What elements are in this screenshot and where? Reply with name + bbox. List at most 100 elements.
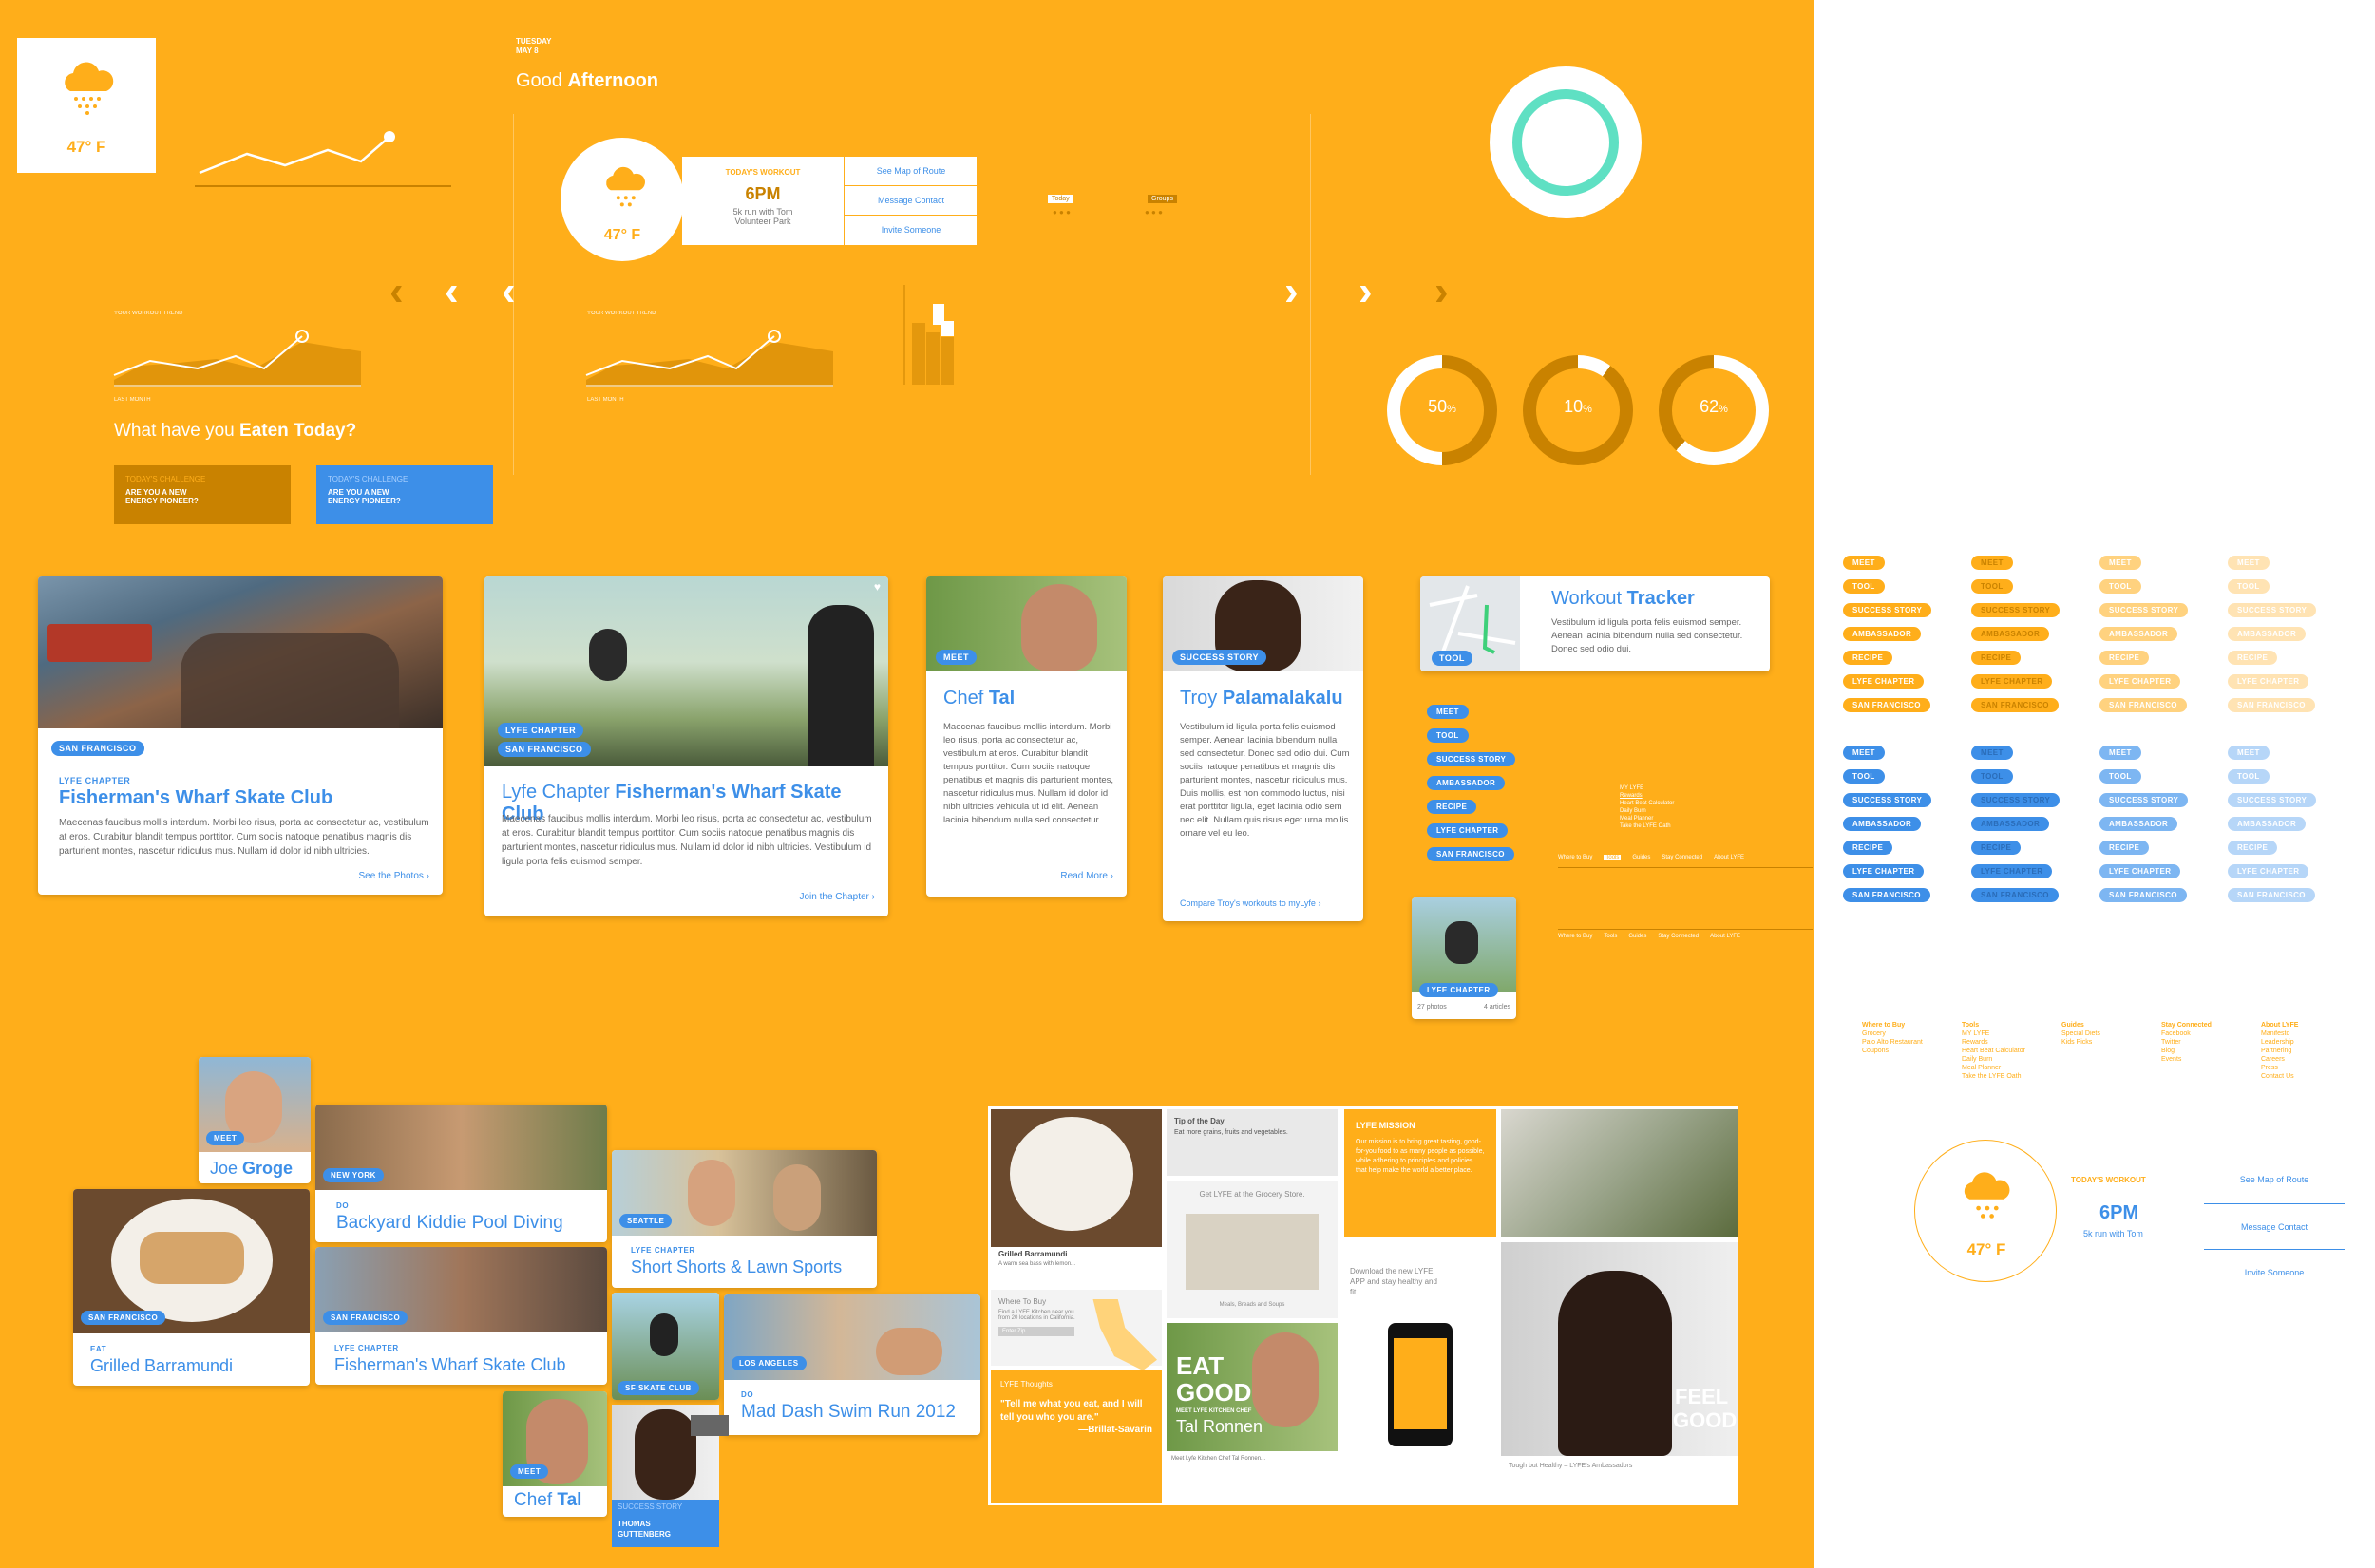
footer-column-head[interactable]: Guides xyxy=(2062,1021,2100,1030)
nav-link[interactable]: Tools xyxy=(1604,934,1617,939)
footer-link[interactable]: Facebook xyxy=(2161,1030,2212,1038)
category-pill[interactable]: RECIPE xyxy=(1971,651,2022,665)
category-pill[interactable]: TOOL xyxy=(1843,769,1885,784)
invite-someone-link[interactable]: Invite Someone xyxy=(845,216,978,245)
category-pill[interactable]: TOOL xyxy=(1971,769,2013,784)
weather-tile[interactable]: 47° F xyxy=(17,38,156,173)
category-pill[interactable]: SAN FRANCISCO xyxy=(2228,698,2315,712)
category-pill[interactable]: RECIPE xyxy=(1843,841,1893,855)
category-pill[interactable]: AMBASSADOR xyxy=(1971,817,2050,831)
swim-tile[interactable]: LOS ANGELES DO Mad Dash Swim Run 2012 xyxy=(724,1294,980,1435)
barramundi-tile[interactable]: SAN FRANCISCO EAT Grilled Barramundi xyxy=(73,1189,310,1386)
footer-link[interactable]: MY LYFE xyxy=(1962,1030,2025,1038)
message-contact-link[interactable]: Message Contact xyxy=(2204,1204,2345,1250)
workout-sun-circle[interactable]: 47° F xyxy=(560,138,684,261)
category-pill[interactable]: SUCCESS STORY xyxy=(2228,603,2317,617)
category-pill[interactable]: MEET xyxy=(2100,746,2141,760)
category-pill[interactable]: SAN FRANCISCO xyxy=(1843,888,1930,902)
footer-link[interactable]: Meal Planner xyxy=(1962,1064,2025,1072)
nav-link[interactable]: Tools xyxy=(1604,855,1622,860)
challenge-card-dark[interactable]: TODAY'S CHALLENGE ARE YOU A NEW ENERGY P… xyxy=(114,465,291,524)
location-tag[interactable]: SAN FRANCISCO xyxy=(323,1311,408,1325)
footer-link[interactable]: Take the LYFE Oath xyxy=(1962,1072,2025,1081)
footer-column-head[interactable]: Where to Buy xyxy=(1862,1021,1923,1030)
footer-link[interactable]: Manifesto xyxy=(2261,1030,2298,1038)
category-pill[interactable]: SUCCESS STORY xyxy=(1971,603,2061,617)
chef-tile[interactable]: MEET Chef Tal xyxy=(503,1391,607,1517)
chevron-right-icon[interactable]: › xyxy=(1284,271,1299,312)
club-tag[interactable]: SF SKATE CLUB xyxy=(618,1381,699,1395)
nav-link[interactable]: About LYFE xyxy=(1710,934,1740,939)
nav-link[interactable]: Where to Buy xyxy=(1558,934,1592,939)
category-pill[interactable]: RECIPE xyxy=(2228,651,2278,665)
footer-link[interactable]: Daily Burn xyxy=(1962,1055,2025,1064)
footer-link[interactable]: Twitter xyxy=(2161,1038,2212,1047)
chapter-card-large[interactable]: ♥ LYFE CHAPTER SAN FRANCISCO Lyfe Chapte… xyxy=(484,576,888,916)
category-pill[interactable]: AMBASSADOR xyxy=(1843,627,1922,641)
joe-tile[interactable]: MEET Joe Groge xyxy=(199,1057,311,1183)
join-chapter-link[interactable]: Join the Chapter › xyxy=(800,892,876,902)
category-pill[interactable]: SAN FRANCISCO xyxy=(1427,847,1514,861)
nav-link[interactable]: Stay Connected xyxy=(1662,855,1702,860)
category-pill[interactable]: RECIPE xyxy=(2228,841,2278,855)
invite-someone-link[interactable]: Invite Someone xyxy=(2204,1250,2345,1295)
footer-column-head[interactable]: About LYFE xyxy=(2261,1021,2298,1030)
category-pill[interactable]: LYFE CHAPTER xyxy=(2100,674,2181,689)
chevron-left-icon[interactable]: ‹ xyxy=(445,271,459,312)
category-pill[interactable]: SAN FRANCISCO xyxy=(1971,698,2059,712)
heart-icon[interactable]: ♥ xyxy=(874,580,881,594)
chapter-tag[interactable]: LYFE CHAPTER xyxy=(498,723,584,738)
chapter-tag[interactable]: LYFE CHAPTER xyxy=(1419,983,1498,997)
category-pill[interactable]: MEET xyxy=(2100,556,2141,570)
chapter-thumb[interactable]: LYFE CHAPTER 27 photos 4 articles xyxy=(1412,897,1516,1019)
nav-link[interactable]: Where to Buy xyxy=(1558,855,1592,860)
category-pill[interactable]: AMBASSADOR xyxy=(2100,817,2178,831)
meet-card[interactable]: MEET Chef Tal Maecenas faucibus mollis i… xyxy=(926,576,1127,897)
location-tag[interactable]: SAN FRANCISCO xyxy=(51,741,144,756)
nav-link[interactable]: Guides xyxy=(1628,934,1646,939)
category-pill[interactable]: MEET xyxy=(1843,746,1885,760)
footer-link[interactable]: Heart Beat Calculator xyxy=(1962,1047,2025,1055)
category-pill[interactable]: AMBASSADOR xyxy=(1971,627,2050,641)
challenge-card-blue[interactable]: TODAY'S CHALLENGE ARE YOU A NEW ENERGY P… xyxy=(316,465,493,524)
category-pill[interactable]: RECIPE xyxy=(1427,800,1477,814)
category-pill[interactable]: SAN FRANCISCO xyxy=(1843,698,1930,712)
map-route-link[interactable]: See Map of Route xyxy=(2204,1159,2345,1204)
meet-tag[interactable]: MEET xyxy=(206,1131,245,1145)
footer-link[interactable]: Partnering xyxy=(2261,1047,2298,1055)
location-tag[interactable]: LOS ANGELES xyxy=(732,1356,807,1370)
category-pill[interactable]: SUCCESS STORY xyxy=(2228,793,2317,807)
category-pill[interactable]: TOOL xyxy=(1971,579,2013,594)
footer-link[interactable]: Events xyxy=(2161,1055,2212,1064)
category-pill[interactable]: TOOL xyxy=(2100,579,2141,594)
footer-link[interactable]: Contact Us xyxy=(2261,1072,2298,1081)
tool-tag[interactable]: TOOL xyxy=(1432,651,1472,666)
category-pill[interactable]: AMBASSADOR xyxy=(2228,627,2307,641)
footer-link[interactable]: Blog xyxy=(2161,1047,2212,1055)
footer-link[interactable]: Palo Alto Restaurant xyxy=(1862,1038,1923,1047)
category-pill[interactable]: LYFE CHAPTER xyxy=(1971,674,2053,689)
read-more-link[interactable]: Read More › xyxy=(1060,871,1113,881)
chevron-left-icon[interactable]: ‹ xyxy=(390,271,404,312)
nav-link[interactable]: Guides xyxy=(1632,855,1650,860)
category-pill[interactable]: RECIPE xyxy=(1971,841,2022,855)
category-pill[interactable]: TOOL xyxy=(2100,769,2141,784)
footer-link[interactable]: Kids Picks xyxy=(2062,1038,2100,1047)
category-pill[interactable]: AMBASSADOR xyxy=(1427,776,1506,790)
footer-link[interactable]: Careers xyxy=(2261,1055,2298,1064)
category-pill[interactable]: MEET xyxy=(2228,746,2270,760)
message-contact-link[interactable]: Message Contact xyxy=(845,186,978,216)
category-pill[interactable]: RECIPE xyxy=(2100,651,2150,665)
chevron-right-icon[interactable]: › xyxy=(1358,271,1373,312)
footer-link[interactable]: Coupons xyxy=(1862,1047,1923,1055)
category-pill[interactable]: MEET xyxy=(2228,556,2270,570)
category-pill[interactable]: SAN FRANCISCO xyxy=(2100,698,2187,712)
category-pill[interactable]: TOOL xyxy=(1427,728,1469,743)
groups-tab[interactable]: Groups xyxy=(1148,195,1177,203)
category-pill[interactable]: LYFE CHAPTER xyxy=(1427,823,1509,838)
category-pill[interactable]: TOOL xyxy=(2228,579,2270,594)
category-pill[interactable]: LYFE CHAPTER xyxy=(2228,864,2309,878)
category-pill[interactable]: SAN FRANCISCO xyxy=(2100,888,2187,902)
category-pill[interactable]: MEET xyxy=(1971,746,2013,760)
wharf-tile[interactable]: SAN FRANCISCO LYFE CHAPTER Fisherman's W… xyxy=(315,1247,607,1385)
